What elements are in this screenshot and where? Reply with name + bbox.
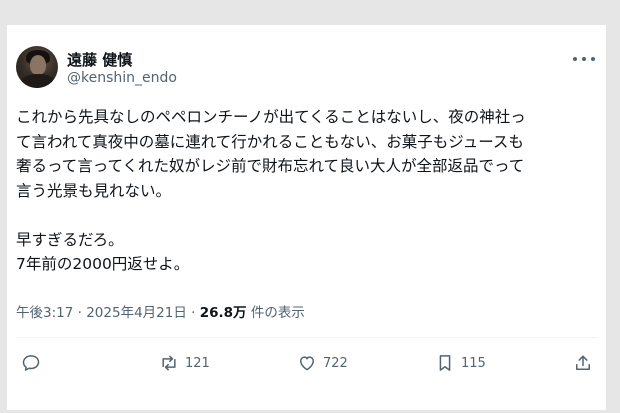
share-icon [576, 355, 590, 370]
avatar[interactable] [16, 46, 58, 88]
like-icon [300, 356, 314, 371]
views-label: 件の表示 [250, 305, 305, 321]
post-line: これから先具なしのペペロンチーノが出てくることはないし、夜の神社っ [16, 108, 526, 126]
reply-button[interactable] [21, 350, 47, 376]
post-meta: 午後3:17 · 2025年4月21日 · 26.8万 件の表示 [16, 301, 305, 321]
post-text: これから先具なしのペペロンチーノが出てくることはないし、夜の神社っ て言われて真… [16, 105, 600, 277]
screenshot-frame: 遠藤 健慎 @kenshin_endo これから先具なしのペペロンチーノが出てく… [0, 0, 620, 413]
author-handle[interactable]: @kenshin_endo [67, 70, 177, 86]
bookmark-button[interactable]: 115 [435, 350, 486, 376]
repost-icon [162, 355, 176, 371]
like-count: 722 [323, 355, 348, 371]
bookmark-icon [439, 355, 451, 371]
post-line: て言われて真夜中の墓に連れて行かれることもない、お菓子もジュースも [16, 132, 524, 151]
meta-separator: · [77, 305, 82, 321]
author-display-name[interactable]: 遠藤 健慎 [67, 49, 132, 70]
repost-button[interactable]: 121 [159, 350, 210, 376]
post-line: 7年前の2000円返せよ。 [16, 255, 190, 273]
post-line: 奢るって言ってくれた奴がレジ前で財布忘れて良い大人が全部返品でって [16, 157, 525, 175]
meta-separator: · [191, 305, 196, 321]
post-line: 言う光景も見れない。 [16, 181, 172, 200]
post-line: 早すぎるだろ。 [16, 230, 124, 249]
action-bar: 121 722 115 [7, 350, 606, 376]
repost-count: 121 [185, 355, 210, 371]
like-button[interactable]: 722 [297, 350, 348, 376]
post-date[interactable]: 2025年4月21日 [86, 305, 187, 321]
reply-icon [22, 355, 40, 371]
share-button[interactable] [573, 350, 593, 376]
post-line-blank [16, 203, 600, 228]
more-icon[interactable] [573, 53, 595, 65]
divider [16, 337, 598, 338]
views-count[interactable]: 26.8万 [200, 305, 247, 321]
post-time[interactable]: 午後3:17 [16, 305, 73, 321]
bookmark-count: 115 [461, 355, 486, 371]
post-card: 遠藤 健慎 @kenshin_endo これから先具なしのペペロンチーノが出てく… [7, 25, 606, 410]
